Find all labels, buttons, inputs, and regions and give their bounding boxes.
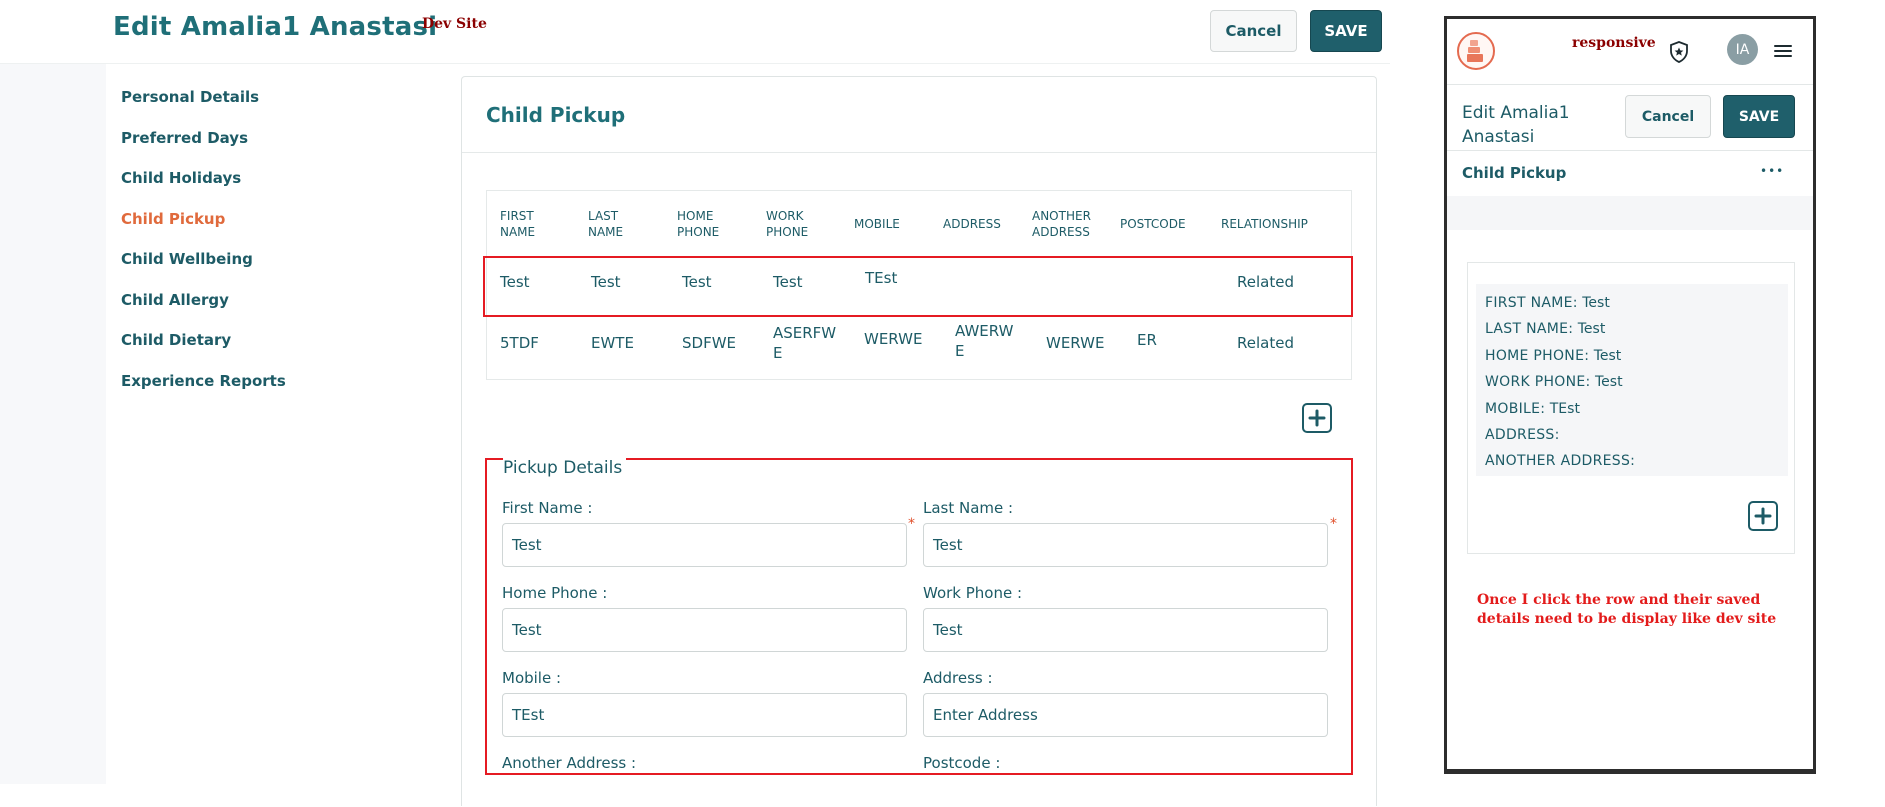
work-phone-label: Work Phone :	[923, 584, 1023, 602]
mobile-save-button[interactable]: SAVE	[1723, 95, 1795, 138]
detail-another-address: ANOTHER ADDRESS:	[1485, 453, 1636, 470]
avatar[interactable]: IA	[1727, 34, 1758, 65]
side-nav: Personal Details Preferred Days Child Ho…	[121, 87, 286, 411]
mobile-section-band	[1447, 196, 1813, 230]
dev-site-tag: Dev Site	[422, 16, 487, 32]
last-name-label: Last Name :	[923, 499, 1014, 517]
detail-mobile: MOBILE: TEst	[1485, 400, 1580, 417]
column-header-first-name: FIRST NAME	[500, 209, 536, 239]
cell-postcode: ER	[1137, 331, 1157, 349]
annotation-note: Once I click the row and their saved det…	[1477, 592, 1777, 627]
page-title: Edit Amalia1 Anastasi	[113, 12, 438, 42]
mobile-section-title: Child Pickup	[1462, 164, 1567, 182]
mobile-cancel-button[interactable]: Cancel	[1625, 95, 1711, 138]
section-title: Child Pickup	[486, 103, 626, 127]
cell-another-address: WERWE	[1046, 334, 1105, 352]
cell-relationship: Related	[1237, 334, 1294, 352]
first-name-field[interactable]: Test	[502, 523, 907, 567]
detail-home-phone: HOME PHONE: Test	[1485, 347, 1622, 364]
column-header-postcode: POSTCODE	[1120, 217, 1186, 231]
detail-last-name: LAST NAME: Test	[1485, 321, 1606, 338]
first-name-label: First Name :	[502, 499, 593, 517]
sidebar-item-child-wellbeing[interactable]: Child Wellbeing	[121, 249, 286, 290]
required-marker: *	[908, 516, 915, 532]
mobile-label: Mobile :	[502, 669, 562, 687]
column-header-relationship: RELATIONSHIP	[1221, 217, 1308, 231]
column-header-home-phone: HOME PHONE	[677, 209, 720, 239]
home-phone-label: Home Phone :	[502, 584, 608, 602]
column-header-another-address: ANOTHER ADDRESS	[1032, 209, 1091, 239]
column-header-address: ADDRESS	[943, 217, 1001, 231]
column-header-last-name: LAST NAME	[588, 209, 624, 239]
mobile-title-divider	[1447, 150, 1813, 151]
mobile-details-list: FIRST NAME: Test LAST NAME: Test HOME PH…	[1485, 290, 1635, 475]
cell-work-phone: ASERFW E	[773, 324, 837, 362]
home-phone-field[interactable]: Test	[502, 608, 907, 652]
another-address-label: Another Address :	[502, 754, 637, 772]
column-header-work-phone: WORK PHONE	[766, 209, 809, 239]
sidebar-item-personal-details[interactable]: Personal Details	[121, 87, 286, 128]
sidebar-item-child-dietary[interactable]: Child Dietary	[121, 330, 286, 371]
shield-icon[interactable]	[1668, 40, 1690, 68]
cancel-button[interactable]: Cancel	[1210, 10, 1297, 52]
cell-last-name: EWTE	[591, 334, 634, 352]
logo-icon	[1467, 40, 1483, 62]
plus-icon	[1754, 507, 1772, 525]
last-name-field[interactable]: Test	[923, 523, 1328, 567]
save-button[interactable]: SAVE	[1310, 10, 1382, 52]
app-logo	[1457, 32, 1495, 70]
address-label: Address :	[923, 669, 993, 687]
detail-address: ADDRESS:	[1485, 427, 1560, 444]
work-phone-field[interactable]: Test	[923, 608, 1328, 652]
card-divider	[462, 152, 1376, 153]
cell-first-name: 5TDF	[500, 334, 539, 352]
sidebar-item-preferred-days[interactable]: Preferred Days	[121, 128, 286, 169]
sidebar-item-child-allergy[interactable]: Child Allergy	[121, 290, 286, 331]
address-field[interactable]: Enter Address	[923, 693, 1328, 737]
column-header-mobile: MOBILE	[854, 217, 900, 231]
sidebar-item-child-holidays[interactable]: Child Holidays	[121, 168, 286, 209]
cell-home-phone: SDFWE	[682, 334, 737, 352]
more-options-icon[interactable]: •••	[1760, 164, 1784, 178]
required-marker: *	[1330, 516, 1337, 532]
sidebar-item-child-pickup[interactable]: Child Pickup	[121, 209, 286, 250]
sidebar-item-experience-reports[interactable]: Experience Reports	[121, 371, 286, 412]
detail-work-phone: WORK PHONE: Test	[1485, 374, 1623, 391]
postcode-label: Postcode :	[923, 754, 1001, 772]
mobile-field[interactable]: TEst	[502, 693, 907, 737]
mobile-page-title: Edit Amalia1 Anastasi	[1462, 103, 1570, 147]
responsive-tag: responsive	[1572, 35, 1656, 51]
detail-first-name: FIRST NAME: Test	[1485, 295, 1610, 311]
mobile-add-pickup-button[interactable]	[1748, 501, 1778, 531]
hamburger-menu-icon[interactable]	[1774, 43, 1792, 62]
mobile-header-divider	[1447, 84, 1813, 85]
plus-icon	[1308, 409, 1326, 427]
form-legend: Pickup Details	[503, 458, 627, 478]
sidebar-background	[0, 64, 106, 784]
cell-mobile: WERWE	[864, 330, 923, 348]
header-divider	[0, 63, 1390, 64]
cell-address: AWERW E	[955, 322, 1014, 360]
annotation-highlight-row	[483, 256, 1353, 317]
add-pickup-button[interactable]	[1302, 403, 1332, 433]
